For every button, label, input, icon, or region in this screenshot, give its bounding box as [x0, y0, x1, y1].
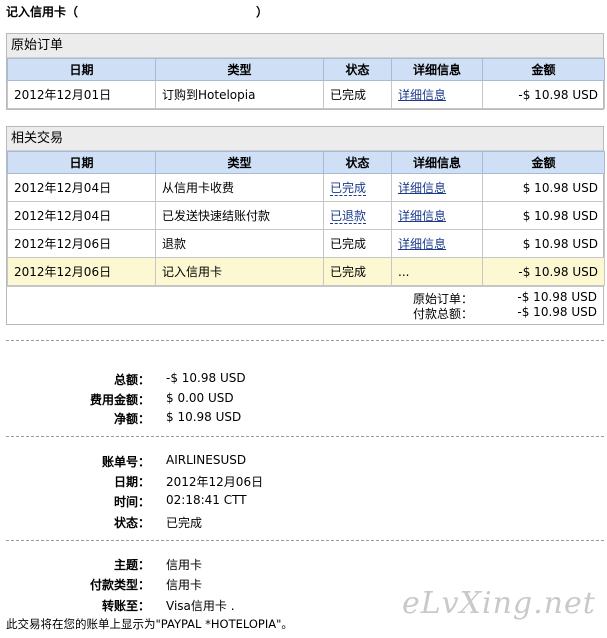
payment-subject-value: 信用卡: [166, 558, 203, 572]
payment-type-label: 付款类型：: [89, 578, 150, 592]
col-header-type: 类型: [155, 151, 324, 174]
cell-date: 2012年12月06日: [7, 257, 156, 286]
cell-detail: ...: [391, 257, 483, 286]
cell-amount: $ 10.98 USD: [482, 173, 605, 202]
cell-type: 订购到Hotelopia: [155, 80, 324, 109]
cell-date: 2012年12月01日: [7, 80, 156, 109]
cell-type: 已发送快速结账付款: [155, 201, 324, 230]
page-title-text: 记入信用卡: [6, 5, 67, 19]
cell-type: 退款: [155, 229, 324, 258]
table-header-row: 日期 类型 状态 详细信息 金额: [7, 58, 605, 81]
table-row-current: 2012年12月06日 记入信用卡 已完成 ... -$ 10.98 USD: [7, 257, 605, 286]
related-transactions-panel: 相关交易 日期 类型 状态 详细信息 金额 2012年12月04日 从信用卡收费…: [6, 126, 605, 325]
total-original-order-value: -$ 10.98 USD: [517, 290, 597, 304]
amount-fee-label: 费用金额：: [89, 393, 150, 407]
totals-summary: 原始订单： -$ 10.98 USD 付款总额： -$ 10.98 USD: [7, 286, 603, 324]
original-order-heading: 原始订单: [7, 34, 603, 58]
col-header-date: 日期: [7, 58, 156, 81]
related-transactions-table: 日期 类型 状态 详细信息 金额 2012年12月04日 从信用卡收费 已完成 …: [7, 151, 605, 286]
cell-type: 从信用卡收费: [155, 173, 324, 202]
cell-type: 记入信用卡: [155, 257, 324, 286]
col-header-detail: 详细信息: [391, 151, 483, 174]
info-time-label: 时间：: [113, 495, 150, 509]
cell-detail: 详细信息: [391, 229, 483, 258]
cell-status: 已完成: [323, 80, 392, 109]
info-status-value: 已完成: [166, 516, 203, 530]
cell-status: 已完成: [323, 173, 392, 202]
detail-link[interactable]: 详细信息: [398, 237, 446, 251]
col-header-status: 状态: [323, 58, 392, 81]
cell-status: 已退款: [323, 201, 392, 230]
info-status-label: 状态：: [113, 516, 150, 530]
info-invoice-value: AIRLINESUSD: [166, 453, 247, 467]
statement-descriptor-note: 此交易将在您的账单上显示为"PAYPAL *HOTELOPIA"。: [6, 617, 293, 631]
amount-gross-label: 总额：: [113, 373, 150, 387]
cell-detail: 详细信息: [391, 173, 483, 202]
cell-amount: $ 10.98 USD: [482, 229, 605, 258]
cell-detail: 详细信息: [391, 80, 483, 109]
detail-link[interactable]: 详细信息: [398, 88, 446, 102]
original-order-panel: 原始订单 日期 类型 状态 详细信息 金额 2012年12月01日 订购到Hot…: [6, 33, 605, 110]
cell-detail: 详细信息: [391, 201, 483, 230]
amount-fee-value: $ 0.00 USD: [166, 391, 234, 405]
divider: [6, 436, 604, 437]
info-date-value: 2012年12月06日: [166, 475, 264, 489]
watermark: eLvXing.net: [402, 586, 596, 621]
table-header-row: 日期 类型 状态 详细信息 金额: [7, 151, 605, 174]
amount-net-label: 净额：: [113, 412, 150, 426]
divider: [6, 340, 604, 341]
col-header-amount: 金额: [482, 151, 605, 174]
col-header-detail: 详细信息: [391, 58, 483, 81]
cell-date: 2012年12月04日: [7, 173, 156, 202]
col-header-type: 类型: [155, 58, 324, 81]
cell-amount: $ 10.98 USD: [482, 201, 605, 230]
original-order-table: 日期 类型 状态 详细信息 金额 2012年12月01日 订购到Hotelopi…: [7, 58, 605, 109]
payment-transfer-value: Visa信用卡 .: [166, 599, 235, 613]
cell-amount: -$ 10.98 USD: [482, 257, 605, 286]
status-link[interactable]: 已完成: [330, 181, 367, 196]
detail-link[interactable]: 详细信息: [398, 209, 446, 223]
info-time-value: 02:18:41 CTT: [166, 493, 247, 507]
col-header-status: 状态: [323, 151, 392, 174]
col-header-date: 日期: [7, 151, 156, 174]
cell-status: 已完成: [323, 257, 392, 286]
total-payment-label: 付款总额：: [412, 307, 473, 321]
table-row: 2012年12月04日 已发送快速结账付款 已退款 详细信息 $ 10.98 U…: [7, 201, 605, 230]
title-open-paren: （: [66, 5, 79, 19]
info-invoice-label: 账单号：: [101, 455, 150, 469]
table-row: 2012年12月01日 订购到Hotelopia 已完成 详细信息 -$ 10.…: [7, 80, 605, 109]
total-payment-value: -$ 10.98 USD: [517, 305, 597, 319]
table-row: 2012年12月04日 从信用卡收费 已完成 详细信息 $ 10.98 USD: [7, 173, 605, 202]
col-header-amount: 金额: [482, 58, 605, 81]
payment-type-value: 信用卡: [166, 578, 203, 592]
related-transactions-heading: 相关交易: [7, 127, 603, 151]
cell-date: 2012年12月06日: [7, 229, 156, 258]
info-date-label: 日期：: [113, 475, 150, 489]
table-row: 2012年12月06日 退款 已完成 详细信息 $ 10.98 USD: [7, 229, 605, 258]
detail-link[interactable]: 详细信息: [398, 181, 446, 195]
amount-net-value: $ 10.98 USD: [166, 410, 242, 424]
page-title: 记入信用卡（ ）: [6, 3, 268, 20]
cell-amount: -$ 10.98 USD: [482, 80, 605, 109]
title-close-paren: ）: [256, 5, 269, 19]
divider: [6, 540, 604, 541]
cell-status: 已完成: [323, 229, 392, 258]
cell-date: 2012年12月04日: [7, 201, 156, 230]
status-link[interactable]: 已退款: [330, 209, 367, 224]
amount-gross-value: -$ 10.98 USD: [166, 371, 246, 385]
payment-subject-label: 主题：: [113, 558, 150, 572]
payment-transfer-label: 转账至：: [101, 599, 150, 613]
